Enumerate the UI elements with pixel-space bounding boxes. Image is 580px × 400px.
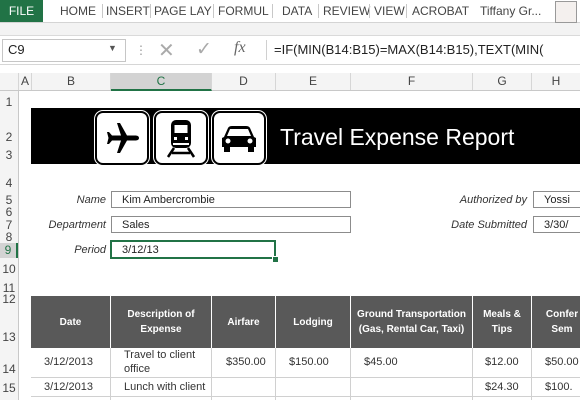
select-all-corner[interactable] xyxy=(0,73,19,90)
authorized-by-field[interactable]: Yossi xyxy=(533,191,580,208)
row-header-13[interactable]: 13 xyxy=(0,330,18,344)
tab-divider xyxy=(318,4,319,18)
car-icon xyxy=(212,111,266,165)
column-header-g[interactable]: G xyxy=(473,73,532,90)
row-header-4[interactable]: 4 xyxy=(0,176,18,190)
tab-divider xyxy=(272,4,273,18)
row-header-15[interactable]: 15 xyxy=(0,381,18,395)
row-header-9[interactable]: 9 xyxy=(0,243,18,258)
formula-bar-grip-icon: ⋮ xyxy=(135,43,147,57)
row-header-10[interactable]: 10 xyxy=(0,262,18,276)
file-tab[interactable]: FILE xyxy=(0,0,43,22)
column-divider xyxy=(531,348,532,400)
name-box-value: C9 xyxy=(8,42,25,57)
department-label: Department xyxy=(48,219,106,231)
formula-input[interactable]: =IF(MIN(B14:B15)=MAX(B14:B15),TEXT(MIN( xyxy=(274,42,543,57)
account-user-name[interactable]: Tiffany Gr... xyxy=(480,0,541,22)
tab-acrobat[interactable]: ACROBAT xyxy=(412,0,469,22)
insert-function-icon[interactable]: fx xyxy=(234,39,246,57)
header-description: Description of Expense xyxy=(111,296,212,348)
tab-home[interactable]: HOME xyxy=(60,0,96,22)
date-submitted-label: Date Submitted xyxy=(451,219,527,231)
column-divider xyxy=(350,348,351,400)
header-date: Date xyxy=(31,296,111,348)
row-divider xyxy=(31,396,580,397)
row-divider xyxy=(31,377,580,378)
tab-divider xyxy=(102,4,103,18)
header-conference-seminars: Confer Sem xyxy=(545,309,579,335)
cell-conference[interactable]: $100. xyxy=(545,381,573,393)
avatar[interactable] xyxy=(555,1,577,23)
column-divider xyxy=(110,348,111,400)
header-lodging: Lodging xyxy=(276,296,351,348)
tab-page-layout[interactable]: PAGE LAY xyxy=(154,0,212,22)
row-header-2[interactable]: 2 xyxy=(0,130,18,144)
column-divider xyxy=(275,348,276,400)
cell-meals-tips[interactable]: $12.00 xyxy=(485,356,519,368)
column-header-d[interactable]: D xyxy=(212,73,276,90)
header-ground-transportation: Ground Transportation (Gas, Rental Car, … xyxy=(351,296,473,348)
formula-bar-divider xyxy=(266,40,267,60)
row-header-8[interactable]: 8 xyxy=(0,230,18,244)
tab-formulas[interactable]: FORMUL xyxy=(218,0,269,22)
train-icon xyxy=(154,111,208,165)
period-field[interactable]: 3/12/13 xyxy=(110,240,276,259)
date-submitted-field[interactable]: 3/30/ xyxy=(533,216,580,233)
column-header-h[interactable]: H xyxy=(532,73,580,90)
airplane-icon xyxy=(95,111,149,165)
column-header-a[interactable]: A xyxy=(19,73,32,90)
header-airfare: Airfare xyxy=(212,296,276,348)
cell-date[interactable]: 3/12/2013 xyxy=(44,381,93,393)
authorized-by-label: Authorized by xyxy=(459,194,527,206)
cell-lodging[interactable]: $150.00 xyxy=(289,356,329,368)
tab-review[interactable]: REVIEW xyxy=(323,0,370,22)
ribbon-collapsed-strip xyxy=(0,23,580,36)
column-header-c[interactable]: C xyxy=(111,73,212,91)
confirm-entry-icon[interactable]: ✓ xyxy=(196,38,212,61)
fill-handle[interactable] xyxy=(272,256,279,263)
tab-divider xyxy=(369,4,370,18)
cancel-entry-icon[interactable]: ✕ xyxy=(158,38,175,63)
column-header-b[interactable]: B xyxy=(32,73,111,90)
tab-data[interactable]: DATA xyxy=(282,0,312,22)
row-header-12[interactable]: 12 xyxy=(0,292,18,306)
row-header-3[interactable]: 3 xyxy=(0,148,18,162)
chevron-down-icon[interactable]: ▼ xyxy=(108,43,117,53)
tab-insert[interactable]: INSERT xyxy=(106,0,150,22)
tab-divider xyxy=(406,4,407,18)
period-label: Period xyxy=(74,244,106,256)
tab-view[interactable]: VIEW xyxy=(374,0,405,22)
row-header-1[interactable]: 1 xyxy=(0,95,18,109)
column-header-f[interactable]: F xyxy=(351,73,473,90)
column-divider xyxy=(211,348,212,400)
column-header-e[interactable]: E xyxy=(276,73,351,90)
cell-airfare[interactable]: $350.00 xyxy=(226,356,266,368)
row-header-14[interactable]: 14 xyxy=(0,362,18,376)
cell-ground-transportation[interactable]: $45.00 xyxy=(364,356,398,368)
report-title: Travel Expense Report xyxy=(280,124,515,150)
cell-conference[interactable]: $50.00 xyxy=(545,356,579,368)
tab-divider xyxy=(213,4,214,18)
cell-description[interactable]: Travel to client office xyxy=(124,348,208,376)
cell-date[interactable]: 3/12/2013 xyxy=(44,356,93,368)
cell-description[interactable]: Lunch with client xyxy=(124,381,205,393)
tab-divider xyxy=(150,4,151,18)
row-header-6[interactable]: 6 xyxy=(0,205,18,219)
column-divider xyxy=(472,348,473,400)
department-field[interactable]: Sales xyxy=(111,216,351,233)
cell-meals-tips[interactable]: $24.30 xyxy=(485,381,519,393)
name-field[interactable]: Kim Ambercrombie xyxy=(111,191,351,208)
name-label: Name xyxy=(76,194,106,206)
header-meals-tips: Meals & Tips xyxy=(473,296,532,348)
